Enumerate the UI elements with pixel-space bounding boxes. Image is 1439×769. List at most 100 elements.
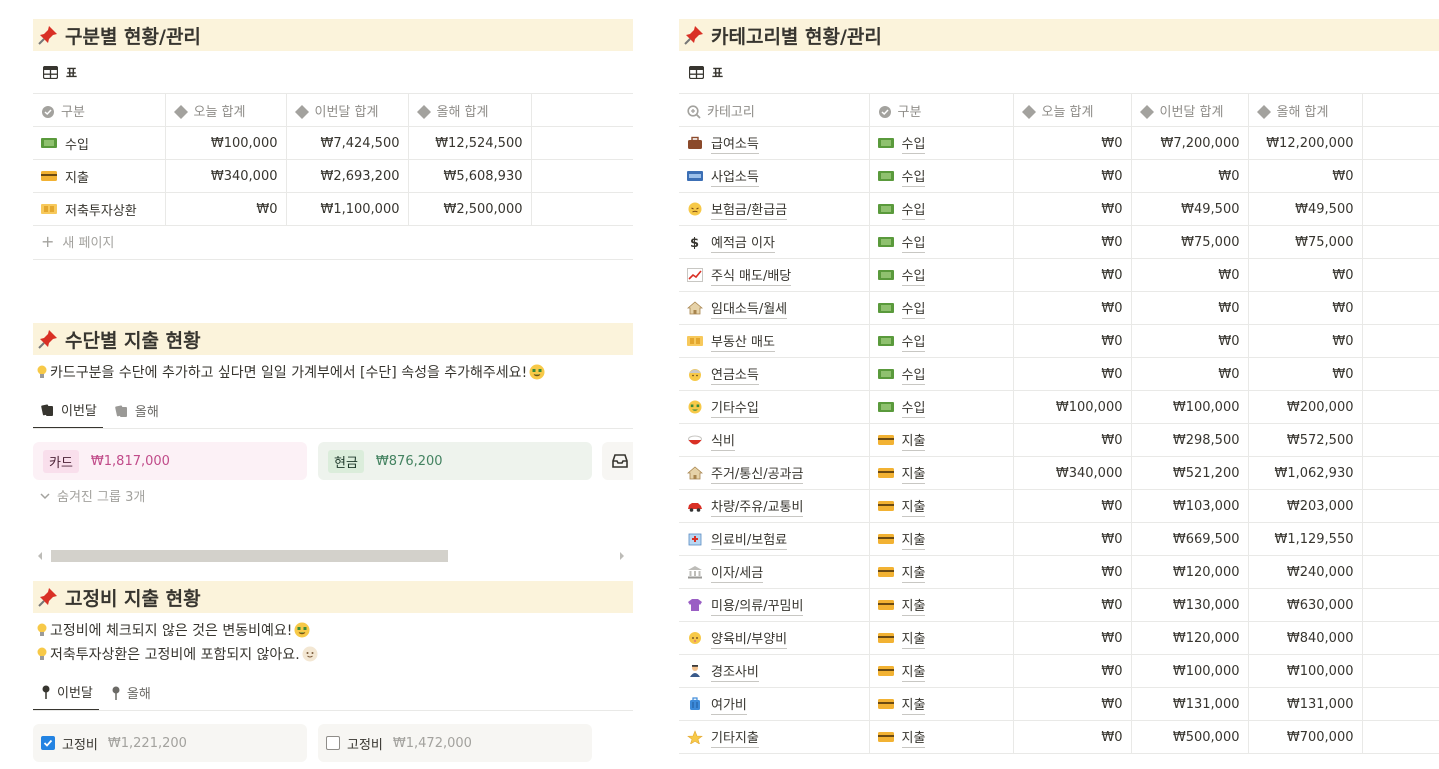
table-row[interactable]: 식비 지출 ₩0 ₩298,500 ₩572,500 [679, 423, 1439, 457]
empty-cell [1362, 291, 1439, 325]
horizontal-scrollbar[interactable] [37, 548, 629, 562]
view-tab-table[interactable]: 표 [689, 64, 723, 81]
atm-icon [687, 171, 703, 181]
table-row[interactable]: 미용/의류/꾸밈비 지출 ₩0 ₩130,000 ₩630,000 [679, 588, 1439, 622]
empty-cell [1362, 720, 1439, 754]
table-row[interactable]: 지출 ₩340,000 ₩2,693,200 ₩5,608,930 [33, 159, 633, 193]
type-relation[interactable]: 수입 [901, 232, 926, 253]
type-relation[interactable]: 수입 [901, 199, 926, 220]
table-row[interactable]: 양육비/부양비 지출 ₩0 ₩120,000 ₩840,000 [679, 621, 1439, 655]
category-name[interactable]: 기타지출 [711, 727, 759, 748]
scroll-left-icon[interactable] [37, 552, 43, 560]
type-relation[interactable]: 수입 [901, 298, 926, 319]
category-name[interactable]: 경조사비 [711, 661, 759, 682]
tab-this-month[interactable]: 이번달 [33, 682, 99, 711]
column-header[interactable]: 오늘 합계 [1013, 93, 1132, 127]
category-name[interactable]: 보험금/환급금 [711, 199, 788, 220]
tab-this-year[interactable]: 올해 [103, 682, 157, 711]
table-row[interactable]: $ 예적금 이자 수입 ₩0 ₩75,000 ₩75,000 [679, 225, 1439, 259]
column-header[interactable]: 올해 합계 [408, 93, 532, 127]
table-row[interactable]: 부동산 매도 수입 ₩0 ₩0 ₩0 [679, 324, 1439, 358]
board-group-fixed-checked[interactable]: 고정비 ₩1,221,200 [33, 724, 307, 762]
category-name[interactable]: 임대소득/월세 [711, 298, 788, 319]
column-header[interactable]: 구분 [869, 93, 1014, 127]
column-header[interactable]: 카테고리 [679, 93, 870, 127]
type-relation[interactable]: 지출 [901, 529, 926, 550]
type-relation[interactable]: 수입 [901, 331, 926, 352]
hidden-groups-toggle[interactable]: 숨겨진 그룹 3개 [39, 486, 145, 505]
category-name[interactable]: 부동산 매도 [711, 331, 775, 352]
table-row[interactable]: 차량/주유/교통비 지출 ₩0 ₩103,000 ₩203,000 [679, 489, 1439, 523]
section-title: 수단별 지출 현황 [65, 329, 201, 352]
credit-card-icon [41, 171, 57, 181]
type-relation[interactable]: 수입 [901, 133, 926, 154]
type-relation[interactable]: 수입 [901, 166, 926, 187]
category-name[interactable]: 주식 매도/배당 [711, 265, 792, 286]
category-name[interactable]: 연금소득 [711, 364, 759, 385]
scroll-thumb[interactable] [51, 550, 448, 562]
table-row[interactable]: 급여소득 수입 ₩0 ₩7,200,000 ₩12,200,000 [679, 126, 1439, 160]
left-column: 구분별 현황/관리 표 구분 오늘 합계 이번달 합계 올해 합계 수입 ₩10… [33, 0, 633, 769]
table-row[interactable]: 여가비 지출 ₩0 ₩131,000 ₩131,000 [679, 687, 1439, 721]
category-name[interactable]: 이자/세금 [711, 562, 764, 583]
table-row[interactable]: 주식 매도/배당 수입 ₩0 ₩0 ₩0 [679, 258, 1439, 292]
type-relation[interactable]: 지출 [901, 595, 926, 616]
new-page-button[interactable]: + 새 페이지 [41, 232, 114, 251]
table-row[interactable]: 의료비/보험료 지출 ₩0 ₩669,500 ₩1,129,550 [679, 522, 1439, 556]
category-name[interactable]: 의료비/보험료 [711, 529, 788, 550]
table-row[interactable]: 저축투자상환 ₩0 ₩1,100,000 ₩2,500,000 [33, 192, 633, 226]
type-relation[interactable]: 지출 [901, 430, 926, 451]
type-relation[interactable]: 수입 [901, 364, 926, 385]
table-row[interactable]: 사업소득 수입 ₩0 ₩0 ₩0 [679, 159, 1439, 193]
type-relation[interactable]: 지출 [901, 727, 926, 748]
type-relation[interactable]: 지출 [901, 463, 926, 484]
briefcase-icon [688, 136, 702, 149]
category-name[interactable]: 기타수입 [711, 397, 759, 418]
table-row[interactable]: 기타지출 지출 ₩0 ₩500,000 ₩700,000 [679, 720, 1439, 754]
type-relation[interactable]: 지출 [901, 661, 926, 682]
type-relation[interactable]: 수입 [901, 265, 926, 286]
category-name[interactable]: 주거/통신/공과금 [711, 463, 804, 484]
type-relation[interactable]: 지출 [901, 562, 926, 583]
category-name[interactable]: 식비 [711, 430, 735, 451]
category-name[interactable]: 급여소득 [711, 133, 759, 154]
board-group-fixed-unchecked[interactable]: 고정비 ₩1,472,000 [318, 724, 592, 762]
table-row[interactable]: 보험금/환급금 수입 ₩0 ₩49,500 ₩49,500 [679, 192, 1439, 226]
category-name[interactable]: 차량/주유/교통비 [711, 496, 804, 517]
table-row[interactable]: 주거/통신/공과금 지출 ₩340,000 ₩521,200 ₩1,062,930 [679, 456, 1439, 490]
column-header[interactable]: 이번달 합계 [1131, 93, 1249, 127]
category-name[interactable]: 양육비/부양비 [711, 628, 788, 649]
board-group-no-method[interactable] [602, 442, 633, 480]
type-relation[interactable]: 지출 [901, 628, 926, 649]
today-total: ₩0 [1013, 159, 1132, 193]
scroll-right-icon[interactable] [619, 552, 625, 560]
board-group-cash[interactable]: 현금 ₩876,200 [318, 442, 592, 480]
board-group-card[interactable]: 카드 ₩1,817,000 [33, 442, 307, 480]
column-header[interactable]: 올해 합계 [1248, 93, 1363, 127]
check-icon [43, 739, 53, 747]
category-name[interactable]: 예적금 이자 [711, 232, 775, 253]
table-row[interactable]: 수입 ₩100,000 ₩7,424,500 ₩12,524,500 [33, 126, 633, 160]
today-total: ₩0 [1013, 687, 1132, 721]
type-relation[interactable]: 지출 [901, 694, 926, 715]
checkbox-checked[interactable] [41, 736, 55, 750]
column-header[interactable]: 구분 [33, 93, 166, 127]
column-header[interactable]: 이번달 합계 [286, 93, 409, 127]
checkbox-unchecked[interactable] [326, 736, 340, 750]
table-row[interactable]: 연금소득 수입 ₩0 ₩0 ₩0 [679, 357, 1439, 391]
table-row[interactable]: 기타수입 수입 ₩100,000 ₩100,000 ₩200,000 [679, 390, 1439, 424]
empty-cell [1362, 489, 1439, 523]
category-name[interactable]: 미용/의류/꾸밈비 [711, 595, 804, 616]
type-relation[interactable]: 수입 [901, 397, 926, 418]
table-row[interactable]: 이자/세금 지출 ₩0 ₩120,000 ₩240,000 [679, 555, 1439, 589]
category-name[interactable]: 여가비 [711, 694, 747, 715]
tab-this-year[interactable]: 올해 [107, 400, 165, 429]
tab-this-month[interactable]: 이번달 [33, 400, 103, 429]
table-row[interactable]: 임대소득/월세 수입 ₩0 ₩0 ₩0 [679, 291, 1439, 325]
column-header[interactable]: 오늘 합계 [165, 93, 287, 127]
table-row[interactable]: 경조사비 지출 ₩0 ₩100,000 ₩100,000 [679, 654, 1439, 688]
view-tab-table[interactable]: 표 [43, 64, 77, 81]
category-name[interactable]: 사업소득 [711, 166, 759, 187]
today-total: ₩0 [1013, 324, 1132, 358]
type-relation[interactable]: 지출 [901, 496, 926, 517]
